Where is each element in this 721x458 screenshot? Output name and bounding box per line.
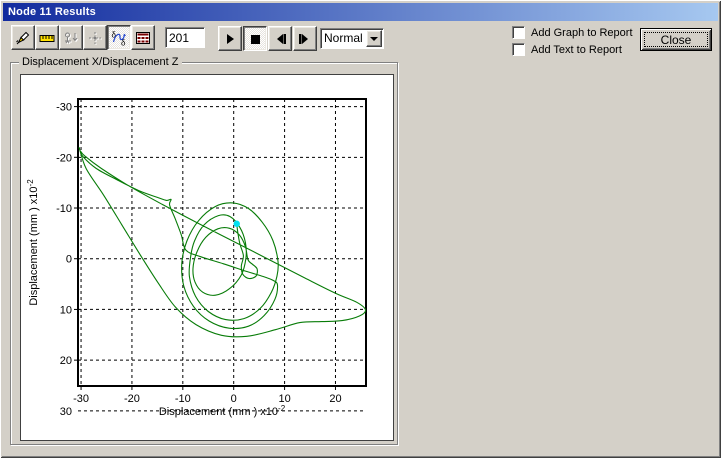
current-position-marker	[233, 220, 240, 227]
table-view-button[interactable]	[131, 25, 155, 50]
speed-dropdown-button[interactable]	[365, 30, 382, 47]
step-forward-button[interactable]	[293, 26, 317, 51]
svg-text:-20: -20	[56, 152, 72, 164]
stop-icon	[251, 34, 260, 44]
add-text-label: Add Text to Report	[531, 43, 622, 56]
add-text-checkbox[interactable]	[512, 43, 525, 56]
svg-text:20: 20	[329, 393, 341, 405]
speed-value: Normal	[324, 31, 363, 45]
probe-icon	[65, 32, 79, 44]
add-graph-label: Add Graph to Report	[531, 26, 633, 39]
close-button[interactable]: Close	[640, 28, 712, 51]
window-title: Node 11 Results	[8, 6, 96, 18]
trajectory-curve	[78, 147, 367, 338]
displacement-plot: -30 -20 -10 0 10 20-30-20-100102030 Displaceme…	[26, 98, 367, 418]
stop-button[interactable]	[243, 26, 267, 51]
svg-text:20: 20	[60, 355, 72, 367]
svg-text:δ: δ	[112, 30, 117, 39]
crosshair-button[interactable]	[83, 25, 107, 50]
node-results-dialog: Node 11 Results δ δ 201 Normal Add Graph…	[0, 0, 721, 458]
title-bar[interactable]: Node 11 Results	[3, 3, 718, 21]
svg-text:-10: -10	[56, 203, 72, 215]
delta-curve-icon: δ δ	[112, 30, 127, 46]
animate-button[interactable]	[11, 25, 35, 50]
play-icon	[227, 33, 234, 44]
step-back-icon	[277, 33, 286, 44]
svg-text:Displacement (mm ) x10-2: Displacement (mm ) x10-2	[159, 404, 286, 418]
rocket-icon	[16, 31, 30, 44]
table-grid-icon	[136, 31, 150, 44]
svg-text:-30: -30	[73, 393, 89, 405]
svg-text:Displacement (mm ) x10-2: Displacement (mm ) x10-2	[26, 179, 40, 306]
step-forward-icon	[299, 33, 308, 44]
results-groupbox: Displacement X/Displacement Z -30 -20 -10 0…	[10, 56, 398, 445]
playback-controls	[218, 26, 317, 51]
groupbox-title: Displacement X/Displacement Z	[19, 56, 182, 68]
svg-text:0: 0	[66, 254, 72, 266]
speed-dropdown[interactable]: Normal	[320, 28, 384, 49]
add-graph-row: Add Graph to Report	[512, 26, 633, 39]
svg-text:0: 0	[231, 393, 237, 405]
svg-text:-10: -10	[175, 393, 191, 405]
crosshair-icon	[89, 31, 102, 45]
add-text-row: Add Text to Report	[512, 43, 622, 56]
frame-number-input[interactable]	[165, 27, 205, 48]
plot-panel: -30 -20 -10 0 10 20 -30 -20 -10 0 10 20 30 Displaceme…	[20, 74, 394, 441]
measure-button[interactable]	[35, 25, 59, 50]
graph-view-button[interactable]: δ δ	[107, 25, 131, 50]
step-back-button[interactable]	[268, 26, 292, 51]
add-graph-checkbox[interactable]	[512, 26, 525, 39]
svg-text:-20: -20	[124, 393, 140, 405]
play-button[interactable]	[218, 26, 242, 51]
probe-button[interactable]	[59, 25, 83, 50]
chevron-down-icon	[369, 36, 378, 41]
svg-text:30: 30	[60, 406, 72, 418]
svg-text:10: 10	[60, 304, 72, 316]
svg-text:-30: -30	[56, 102, 72, 114]
toolbar: δ δ	[11, 25, 155, 50]
ruler-icon	[39, 34, 55, 42]
